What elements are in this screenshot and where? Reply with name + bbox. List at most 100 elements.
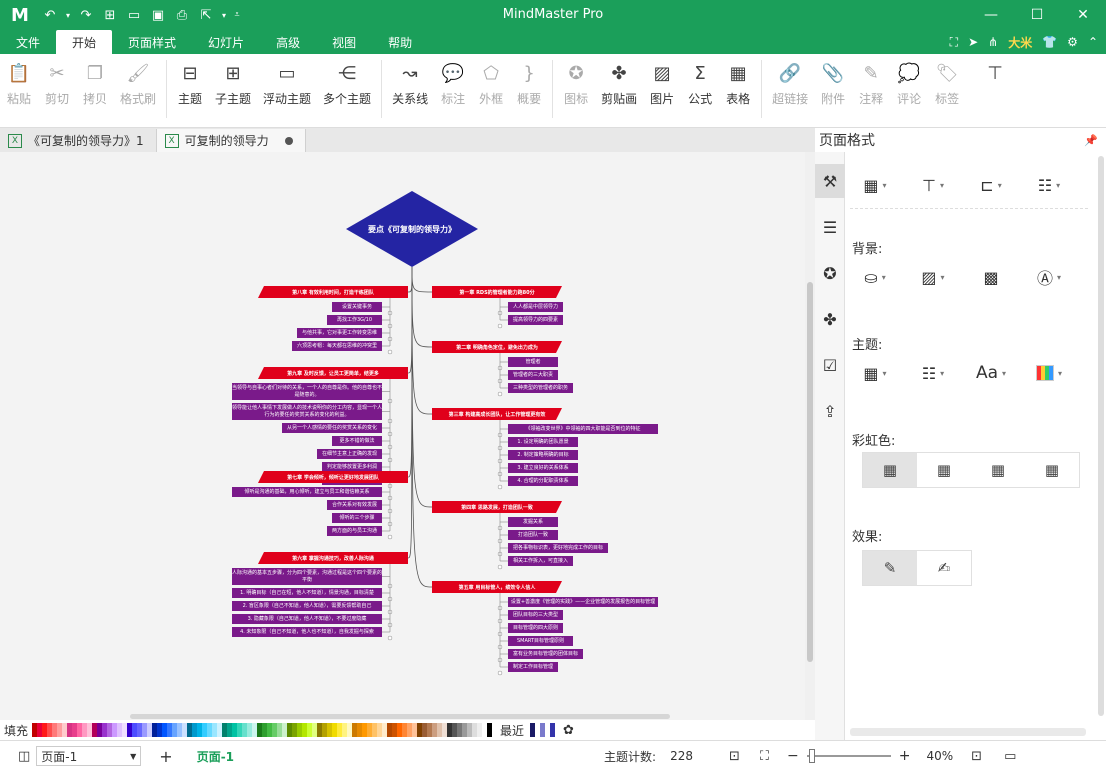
doc-tab-1[interactable]: X 《可复制的领导力》1 bbox=[0, 129, 157, 152]
ribbon-button-16[interactable]: ▦ 表格 bbox=[719, 60, 757, 107]
ribbon-button-14[interactable]: ▨ 图片 bbox=[643, 60, 681, 107]
ribbon-button-19[interactable]: ✎ 注释 bbox=[852, 60, 890, 107]
collapse-toggle[interactable] bbox=[497, 670, 503, 676]
theme-style-icon[interactable]: ☷ ▾ bbox=[904, 360, 962, 386]
collapse-toggle[interactable] bbox=[497, 391, 503, 397]
ribbon-button-17[interactable]: 🔗 超链接 bbox=[766, 60, 814, 107]
mark-icon[interactable]: ✪ bbox=[815, 256, 845, 290]
ribbon-button-3[interactable]: 🖌 格式刷 bbox=[114, 60, 162, 107]
ribbon-button-21[interactable]: 🏷 标签 bbox=[928, 60, 966, 107]
print-icon[interactable]: ⎙ bbox=[172, 8, 192, 23]
scrollbar-thumb[interactable] bbox=[130, 714, 670, 719]
rainbow-single-icon[interactable]: ▦ bbox=[1025, 453, 1079, 487]
collapse-toggle[interactable] bbox=[497, 564, 503, 570]
color-scheme-icon[interactable]: ▾ bbox=[1020, 360, 1078, 386]
task-icon[interactable]: ☑ bbox=[815, 348, 845, 382]
ribbon-button-0[interactable]: 📋 粘贴 bbox=[0, 60, 38, 107]
open-folder-icon[interactable]: ▭ bbox=[124, 8, 144, 23]
rainbow-level-icon[interactable]: ▦ bbox=[971, 453, 1025, 487]
current-page-tab[interactable]: 页面-1 bbox=[197, 748, 234, 765]
ribbon-button-12[interactable]: ✪ 图标 bbox=[557, 60, 595, 107]
collapse-toggle[interactable] bbox=[497, 323, 503, 329]
canvas-horizontal-scrollbar[interactable] bbox=[0, 712, 805, 720]
panel-vertical-scrollbar[interactable] bbox=[1096, 152, 1106, 740]
fill-bucket-icon[interactable]: ⛀ ▾ bbox=[846, 264, 904, 290]
scrollbar-thumb[interactable] bbox=[807, 282, 813, 662]
structure-icon[interactable]: ⊤ ▾ bbox=[904, 172, 962, 198]
send-icon[interactable]: ➤ bbox=[968, 35, 978, 49]
menu-tab-1[interactable]: 开始 bbox=[56, 30, 113, 54]
color-picker-icon[interactable]: ✿ bbox=[563, 723, 574, 738]
handdrawn-effect-icon[interactable]: ✍ bbox=[917, 551, 971, 585]
mindmap-canvas[interactable]: 要点《可复制的领导力》 第八章 有效利用时间，打造干练团队 设置关键事务 再找工作3G… bbox=[0, 152, 805, 720]
layout-button[interactable]: ⊤ bbox=[976, 60, 1014, 86]
undo-dropdown-icon[interactable]: ▾ bbox=[64, 11, 72, 20]
rainbow-branch-icon[interactable]: ▦ bbox=[917, 453, 971, 487]
redo-icon[interactable]: ↷ bbox=[76, 8, 96, 23]
fit-window-icon[interactable]: ⊡ bbox=[971, 749, 982, 764]
page-format-icon[interactable]: ⚒ bbox=[815, 164, 845, 198]
ribbon-button-7[interactable]: ⋲ 多个主题 bbox=[317, 60, 377, 107]
canvas-vertical-scrollbar[interactable] bbox=[805, 152, 815, 720]
pen-effect-icon[interactable]: ✎ bbox=[863, 551, 917, 585]
collapse-toggle[interactable] bbox=[387, 534, 393, 540]
zoom-slider[interactable] bbox=[806, 749, 891, 763]
recent-color-swatch[interactable] bbox=[550, 723, 556, 737]
mindmap-diagram[interactable]: 要点《可复制的领导力》第八章 有效利用时间，打造干练团队设置关键事务再找工作3G… bbox=[0, 152, 805, 720]
ribbon-button-1[interactable]: ✂ 剪切 bbox=[38, 60, 76, 107]
ribbon-button-8[interactable]: ↝ 关系线 bbox=[386, 60, 434, 107]
collapse-toggle[interactable] bbox=[387, 349, 393, 355]
outline-list-icon[interactable]: ☰ bbox=[815, 210, 845, 244]
share-icon[interactable]: ⋔ bbox=[988, 35, 998, 49]
toggle-panel-icon[interactable]: ▭ bbox=[1004, 749, 1016, 764]
ribbon-button-18[interactable]: 📎 附件 bbox=[814, 60, 852, 107]
layout-icon[interactable]: ▦ ▾ bbox=[846, 172, 904, 198]
color-swatch[interactable] bbox=[487, 723, 493, 737]
doc-tab-2[interactable]: X 可复制的领导力 bbox=[156, 129, 306, 152]
ribbon-button-9[interactable]: 💬 标注 bbox=[434, 60, 472, 107]
export-icon[interactable]: ⇪ bbox=[815, 394, 845, 428]
page-panel-icon[interactable]: ◫ bbox=[18, 749, 30, 764]
menu-tab-6[interactable]: 帮助 bbox=[372, 30, 428, 54]
clipart-icon[interactable]: ✤ bbox=[815, 302, 845, 336]
unsaved-dot-icon[interactable] bbox=[284, 136, 293, 145]
ribbon-button-6[interactable]: ▭ 浮动主题 bbox=[257, 60, 317, 107]
zoom-out-icon[interactable]: − bbox=[787, 748, 799, 764]
collapse-ribbon-icon[interactable]: ⌃ bbox=[1088, 35, 1098, 49]
menu-tab-2[interactable]: 页面样式 bbox=[112, 30, 192, 54]
fullscreen-icon[interactable]: ⛶ bbox=[950, 35, 958, 50]
ribbon-button-13[interactable]: ✤ 剪贴画 bbox=[595, 60, 643, 107]
connector-icon[interactable]: ⊏ ▾ bbox=[962, 172, 1020, 198]
menu-tab-4[interactable]: 高级 bbox=[260, 30, 316, 54]
ribbon-button-5[interactable]: ⊞ 子主题 bbox=[209, 60, 257, 107]
zoom-in-icon[interactable]: + bbox=[899, 748, 911, 764]
ribbon-button-20[interactable]: 💭 评论 bbox=[890, 60, 928, 107]
menu-tab-0[interactable]: 文件 bbox=[0, 30, 56, 54]
ribbon-button-2[interactable]: ❐ 拷贝 bbox=[76, 60, 114, 107]
remove-image-icon[interactable]: ▩ bbox=[962, 264, 1020, 290]
settings-icon[interactable]: ⚙ bbox=[1067, 35, 1078, 49]
ribbon-button-4[interactable]: ⊟ 主题 bbox=[171, 60, 209, 107]
fit-page-icon[interactable]: ⊡ bbox=[729, 749, 740, 764]
minimize-icon[interactable]: — bbox=[968, 0, 1014, 30]
customize-dropdown-icon[interactable]: ⩡ bbox=[232, 10, 242, 20]
page-select[interactable]: 页面-1 ▼ bbox=[36, 746, 142, 766]
export-icon[interactable]: ⇱ bbox=[196, 8, 216, 23]
add-page-icon[interactable]: + bbox=[159, 747, 172, 766]
watermark-icon[interactable]: Ⓐ ▾ bbox=[1020, 264, 1078, 290]
zoom-slider-knob[interactable] bbox=[808, 749, 815, 763]
more-dropdown-icon[interactable]: ▾ bbox=[220, 11, 228, 20]
background-image-icon[interactable]: ▨ ▾ bbox=[904, 264, 962, 290]
collapse-toggle[interactable] bbox=[497, 484, 503, 490]
collapse-toggle[interactable] bbox=[387, 635, 393, 641]
theme-icon[interactable]: ▦ ▾ bbox=[846, 360, 904, 386]
fullscreen-icon[interactable]: ⛶ bbox=[760, 749, 769, 764]
menu-tab-5[interactable]: 视图 bbox=[316, 30, 372, 54]
ribbon-button-15[interactable]: Σ 公式 bbox=[681, 60, 719, 107]
ribbon-button-11[interactable]: } 概要 bbox=[510, 60, 548, 107]
numbering-icon[interactable]: ☷ ▾ bbox=[1020, 172, 1078, 198]
save-icon[interactable]: ▣ bbox=[148, 8, 168, 23]
undo-icon[interactable]: ↶ bbox=[40, 8, 60, 23]
close-icon[interactable]: ✕ bbox=[1060, 0, 1106, 30]
scrollbar-thumb[interactable] bbox=[1098, 156, 1104, 716]
